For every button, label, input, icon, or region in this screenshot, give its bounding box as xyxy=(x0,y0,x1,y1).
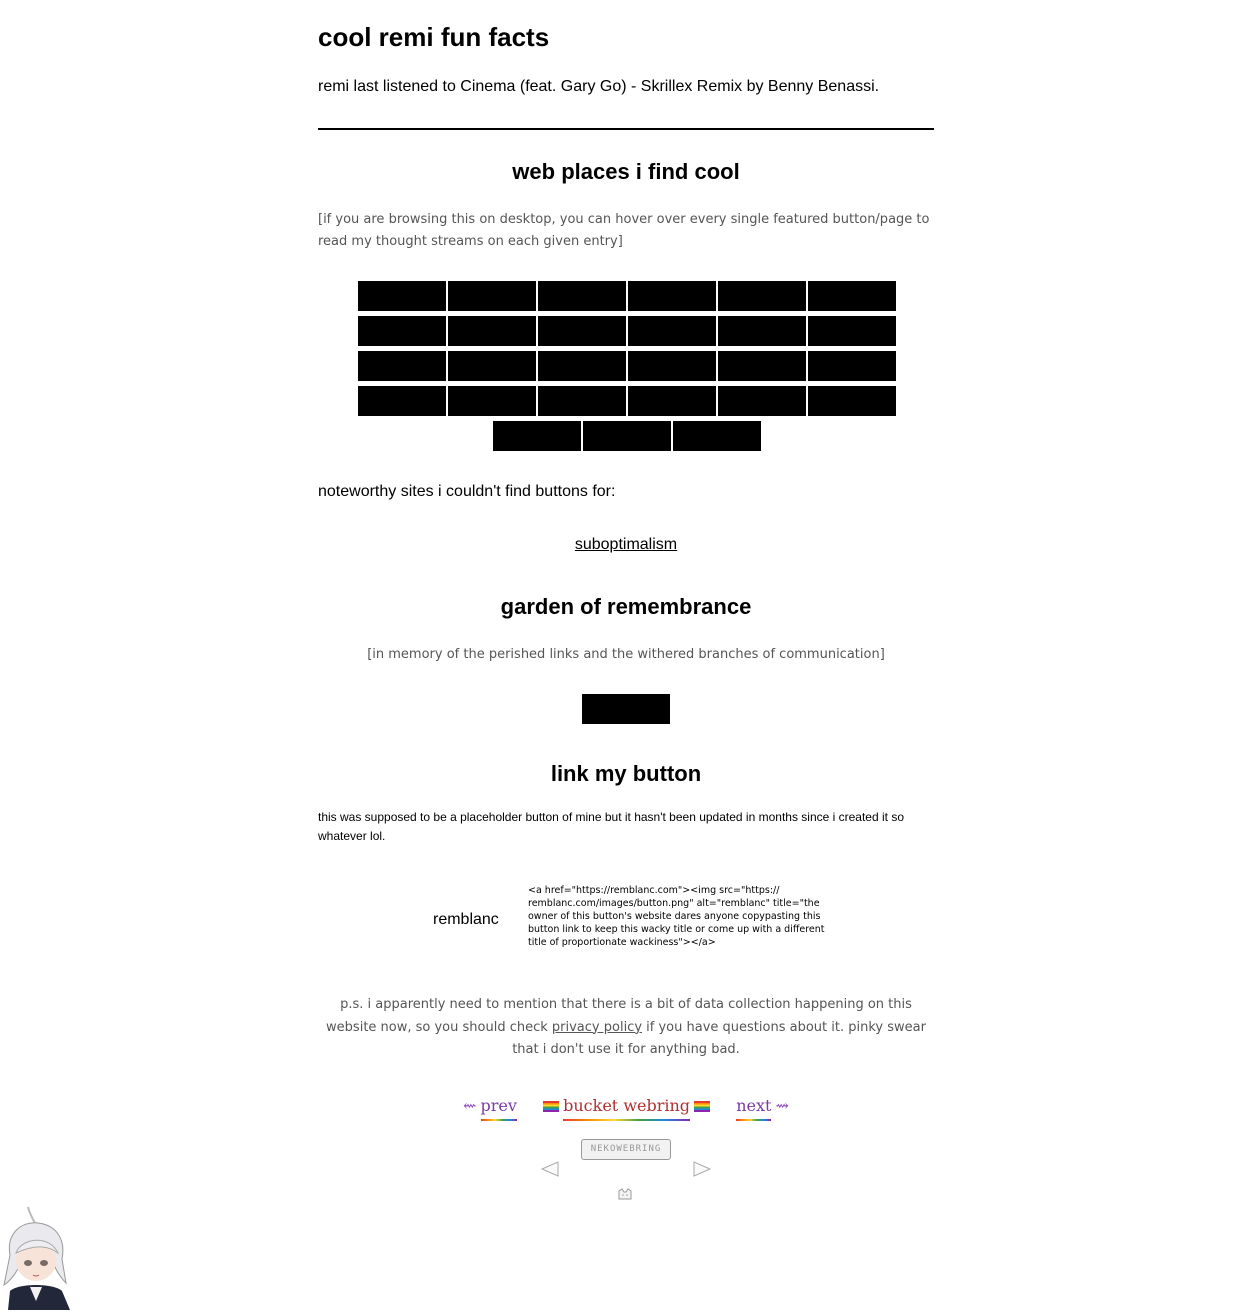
button-row xyxy=(357,421,897,451)
site-button[interactable] xyxy=(628,351,716,381)
site-button[interactable] xyxy=(808,386,896,416)
site-button[interactable] xyxy=(448,351,536,381)
embed-code-text[interactable]: <a href="https://remblanc.com"><img src=… xyxy=(528,884,828,949)
pride-flag-icon xyxy=(694,1101,711,1112)
character-mascot-icon[interactable] xyxy=(0,1203,72,1310)
webring-name: bucket webring xyxy=(563,1096,691,1115)
webring-next-link[interactable]: next xyxy=(736,1096,772,1121)
site-button[interactable] xyxy=(358,281,446,311)
nekowebring-next-icon[interactable] xyxy=(692,1161,712,1182)
site-button[interactable] xyxy=(448,386,536,416)
site-button[interactable] xyxy=(538,316,626,346)
text-links: suboptimalism xyxy=(318,536,934,554)
site-buttons-grid xyxy=(357,281,897,456)
site-button[interactable] xyxy=(358,316,446,346)
nekowebring-prev-icon[interactable] xyxy=(540,1161,560,1182)
next-label: next xyxy=(736,1096,772,1115)
web-places-heading: web places i find cool xyxy=(512,159,740,184)
site-button[interactable] xyxy=(718,316,806,346)
divider xyxy=(318,128,934,130)
suboptimalism-link[interactable]: suboptimalism xyxy=(575,536,677,553)
garden-note: [in memory of the perished links and the… xyxy=(367,647,885,662)
site-button[interactable] xyxy=(448,281,536,311)
now-playing-text: remi last listened to Cinema (feat. Gary… xyxy=(318,78,880,95)
webring-home-link[interactable]: bucket webring xyxy=(563,1096,691,1121)
link-button-description: this was supposed to be a placeholder bu… xyxy=(318,810,904,843)
prev-arrow-icon: ⇜ xyxy=(463,1096,477,1115)
site-button[interactable] xyxy=(448,316,536,346)
site-button[interactable] xyxy=(358,386,446,416)
site-button[interactable] xyxy=(628,386,716,416)
remblanc-button[interactable]: remblanc xyxy=(433,911,499,929)
button-row xyxy=(357,386,897,416)
pride-flag-icon xyxy=(543,1101,560,1112)
site-button[interactable] xyxy=(808,351,896,381)
site-button[interactable] xyxy=(538,351,626,381)
site-button[interactable] xyxy=(718,281,806,311)
site-button[interactable] xyxy=(718,386,806,416)
nekowebring-cat-icon[interactable] xyxy=(617,1187,633,1206)
privacy-policy-link[interactable]: privacy policy xyxy=(552,1020,642,1035)
privacy-note: p.s. i apparently need to mention that t… xyxy=(318,994,934,1062)
prev-label: prev xyxy=(480,1096,517,1115)
garden-heading: garden of remembrance xyxy=(500,594,752,619)
page-title: cool remi fun facts xyxy=(318,22,550,52)
next-arrow-icon: ⇝ xyxy=(775,1096,789,1115)
button-row xyxy=(357,351,897,381)
webring-prev-link[interactable]: prev xyxy=(480,1096,517,1121)
site-button[interactable] xyxy=(673,421,761,451)
site-button[interactable] xyxy=(583,421,671,451)
button-row xyxy=(357,281,897,311)
site-button[interactable] xyxy=(808,281,896,311)
site-button[interactable] xyxy=(628,316,716,346)
link-my-button-heading: link my button xyxy=(550,761,702,786)
memorial-site-button[interactable] xyxy=(582,694,670,724)
site-button[interactable] xyxy=(358,351,446,381)
site-button[interactable] xyxy=(628,281,716,311)
nekowebring-badge[interactable]: NEKOWEBRING xyxy=(581,1139,671,1160)
site-button[interactable] xyxy=(718,351,806,381)
no-buttons-text: noteworthy sites i couldn't find buttons… xyxy=(318,483,616,500)
site-button[interactable] xyxy=(493,421,581,451)
bucket-webring: ⇜ prev bucket webring next ⇝ xyxy=(318,1096,934,1121)
site-button[interactable] xyxy=(538,386,626,416)
site-button[interactable] xyxy=(808,316,896,346)
web-places-note: [if you are browsing this on desktop, yo… xyxy=(318,212,930,249)
site-button[interactable] xyxy=(538,281,626,311)
button-row xyxy=(357,316,897,346)
